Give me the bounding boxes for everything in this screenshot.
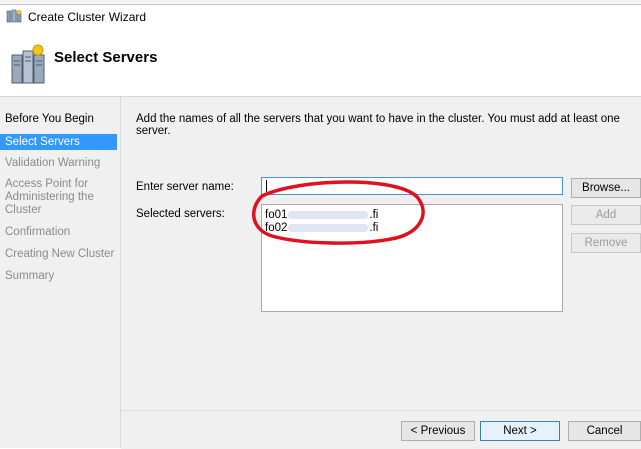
server-name-label: Enter server name: xyxy=(136,181,234,193)
step-select-servers[interactable]: Select Servers xyxy=(0,134,117,150)
step-summary[interactable]: Summary xyxy=(0,270,116,284)
server-name-suffix: .fi xyxy=(369,222,379,234)
window-title: Create Cluster Wizard xyxy=(28,10,147,24)
previous-button[interactable]: < Previous xyxy=(401,421,475,441)
step-validation-warning[interactable]: Validation Warning xyxy=(0,157,116,171)
wizard-footer xyxy=(121,410,641,449)
server-name-suffix: .fi xyxy=(369,209,379,221)
text-caret xyxy=(266,180,267,192)
server-name-prefix: fo01 xyxy=(265,209,288,221)
cancel-button[interactable]: Cancel xyxy=(568,421,641,441)
page-title: Select Servers xyxy=(54,49,158,66)
selected-servers-label: Selected servers: xyxy=(136,208,225,220)
server-name-input[interactable] xyxy=(261,177,563,195)
server-name-prefix: fo02 xyxy=(265,222,288,234)
step-creating-new-cluster[interactable]: Creating New Cluster xyxy=(0,248,116,262)
next-button[interactable]: Next > xyxy=(480,421,560,441)
step-confirmation[interactable]: Confirmation xyxy=(0,226,116,240)
wizard-header: Select Servers xyxy=(0,32,641,96)
instructions-text: Add the names of all the servers that yo… xyxy=(136,113,620,137)
browse-button[interactable]: Browse... xyxy=(571,178,641,198)
selected-servers-list[interactable]: fo01 .fi fo02 .fi xyxy=(261,204,563,312)
redacted-text xyxy=(288,223,369,232)
cluster-servers-icon xyxy=(11,44,45,84)
list-item[interactable]: fo02 .fi xyxy=(265,222,378,234)
title-bar-top-edge xyxy=(0,0,641,5)
step-before-you-begin[interactable]: Before You Begin xyxy=(0,113,116,127)
title-bar: Create Cluster Wizard xyxy=(0,0,641,32)
cluster-app-icon xyxy=(6,9,22,23)
list-item[interactable]: fo01 .fi xyxy=(265,209,378,221)
remove-button[interactable]: Remove xyxy=(571,233,641,253)
redacted-text xyxy=(288,210,369,219)
step-access-point[interactable]: Access Point for Administering the Clust… xyxy=(0,178,116,218)
wizard-steps-nav: Before You Begin Select Servers Validati… xyxy=(0,97,121,448)
add-button[interactable]: Add xyxy=(571,205,641,225)
